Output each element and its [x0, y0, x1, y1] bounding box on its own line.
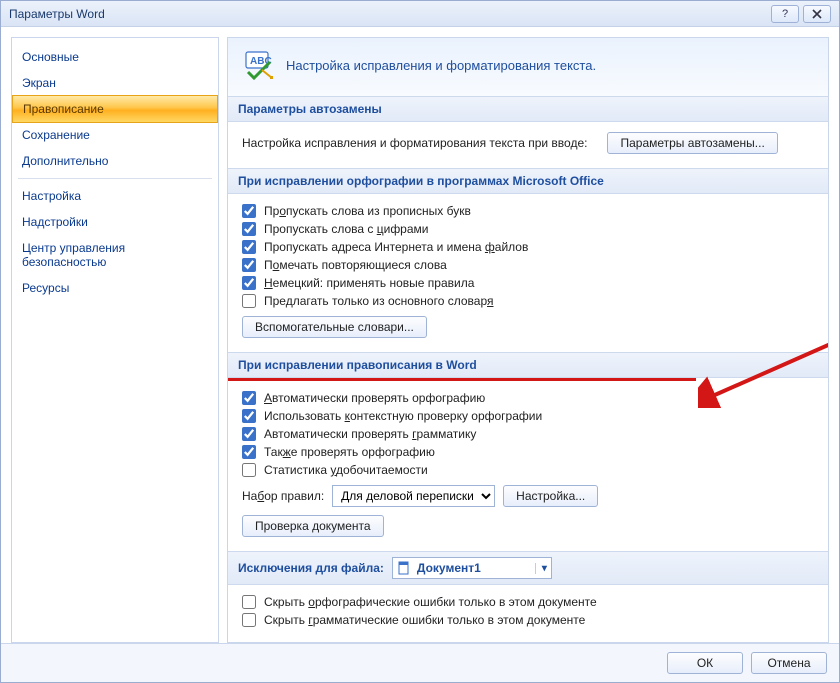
chk-also-spell[interactable]: [242, 445, 256, 459]
lbl-contextual-spell: Использовать контекстную проверку орфогр…: [264, 409, 542, 423]
sidebar-item-general[interactable]: Основные: [12, 44, 218, 70]
lbl-main-dict-only: Предлагать только из основного словаря: [264, 294, 493, 308]
sidebar-item-advanced[interactable]: Дополнительно: [12, 148, 218, 174]
sidebar-item-trustcenter[interactable]: Центр управления безопасностью: [12, 235, 218, 275]
chk-german-rules[interactable]: [242, 276, 256, 290]
sidebar-item-save[interactable]: Сохранение: [12, 122, 218, 148]
lbl-auto-spell: Автоматически проверять орфографию: [264, 391, 485, 405]
chk-ignore-digits[interactable]: [242, 222, 256, 236]
custom-dictionaries-button[interactable]: Вспомогательные словари...: [242, 316, 427, 338]
body-area: Основные Экран Правописание Сохранение Д…: [1, 27, 839, 643]
section-word-body: Автоматически проверять орфографию Испол…: [228, 381, 828, 551]
section-exceptions-title: Исключения для файла:: [238, 561, 384, 575]
lbl-also-spell: Также проверять орфографию: [264, 445, 435, 459]
help-button[interactable]: ?: [771, 5, 799, 23]
ruleset-settings-button[interactable]: Настройка...: [503, 485, 598, 507]
chk-hide-spell-errors[interactable]: [242, 595, 256, 609]
exceptions-file-select[interactable]: Документ1 ▾: [392, 557, 552, 579]
sidebar-item-addins[interactable]: Надстройки: [12, 209, 218, 235]
chk-readability[interactable]: [242, 463, 256, 477]
section-autocorrect-title: Параметры автозамены: [238, 102, 382, 116]
document-icon: [397, 561, 411, 575]
window-title: Параметры Word: [9, 7, 767, 21]
autocorrect-options-button[interactable]: Параметры автозамены...: [607, 132, 777, 154]
section-office-body: Пропускать слова из прописных букв Пропу…: [228, 194, 828, 352]
lbl-ignore-urls: Пропускать адреса Интернета и имена файл…: [264, 240, 528, 254]
chk-contextual-spell[interactable]: [242, 409, 256, 423]
hero: ABC Настройка исправления и форматирован…: [228, 38, 828, 96]
titlebar: Параметры Word ?: [1, 1, 839, 27]
ruleset-select[interactable]: Для деловой переписки: [332, 485, 495, 507]
chk-main-dict-only[interactable]: [242, 294, 256, 308]
sidebar: Основные Экран Правописание Сохранение Д…: [11, 37, 219, 643]
chk-ignore-uppercase[interactable]: [242, 204, 256, 218]
close-button[interactable]: [803, 5, 831, 23]
sidebar-item-display[interactable]: Экран: [12, 70, 218, 96]
section-autocorrect-body: Настройка исправления и форматирования т…: [228, 122, 828, 168]
section-office-head: При исправлении орфографии в программах …: [228, 168, 828, 194]
section-autocorrect-head: Параметры автозамены: [228, 96, 828, 122]
section-office-title: При исправлении орфографии в программах …: [238, 174, 604, 188]
ruleset-label: Набор правил:: [242, 489, 324, 503]
chk-ignore-urls[interactable]: [242, 240, 256, 254]
chk-auto-grammar[interactable]: [242, 427, 256, 441]
exceptions-file-value: Документ1: [417, 561, 481, 575]
sidebar-item-resources[interactable]: Ресурсы: [12, 275, 218, 301]
lbl-hide-grammar-errors: Скрыть грамматические ошибки только в эт…: [264, 613, 585, 627]
section-word-head: При исправлении правописания в Word: [228, 352, 828, 378]
sidebar-separator: [18, 178, 212, 179]
ok-button[interactable]: ОК: [667, 652, 743, 674]
chk-auto-spell[interactable]: [242, 391, 256, 405]
chk-flag-repeats[interactable]: [242, 258, 256, 272]
section-word-title: При исправлении правописания в Word: [238, 358, 477, 372]
proofing-icon: ABC: [242, 48, 276, 82]
lbl-ignore-uppercase: Пропускать слова из прописных букв: [264, 204, 471, 218]
cancel-button[interactable]: Отмена: [751, 652, 827, 674]
chk-hide-grammar-errors[interactable]: [242, 613, 256, 627]
section-exceptions-body: Скрыть орфографические ошибки только в э…: [228, 585, 828, 641]
word-options-window: Параметры Word ? Основные Экран Правопис…: [0, 0, 840, 683]
autocorrect-desc: Настройка исправления и форматирования т…: [242, 136, 587, 150]
lbl-flag-repeats: Помечать повторяющиеся слова: [264, 258, 447, 272]
hero-title: Настройка исправления и форматирования т…: [286, 58, 596, 73]
lbl-auto-grammar: Автоматически проверять грамматику: [264, 427, 476, 441]
lbl-readability: Статистика удобочитаемости: [264, 463, 428, 477]
lbl-german-rules: Немецкий: применять новые правила: [264, 276, 474, 290]
section-exceptions-head: Исключения для файла: Документ1 ▾: [228, 551, 828, 585]
check-document-button[interactable]: Проверка документа: [242, 515, 384, 537]
sidebar-item-proofing[interactable]: Правописание: [12, 95, 218, 123]
dropdown-caret-icon: ▾: [535, 563, 547, 574]
lbl-ignore-digits: Пропускать слова с цифрами: [264, 222, 429, 236]
content-panel: ABC Настройка исправления и форматирован…: [227, 37, 829, 643]
footer: ОК Отмена: [1, 643, 839, 682]
sidebar-item-customize[interactable]: Настройка: [12, 183, 218, 209]
lbl-hide-spell-errors: Скрыть орфографические ошибки только в э…: [264, 595, 597, 609]
